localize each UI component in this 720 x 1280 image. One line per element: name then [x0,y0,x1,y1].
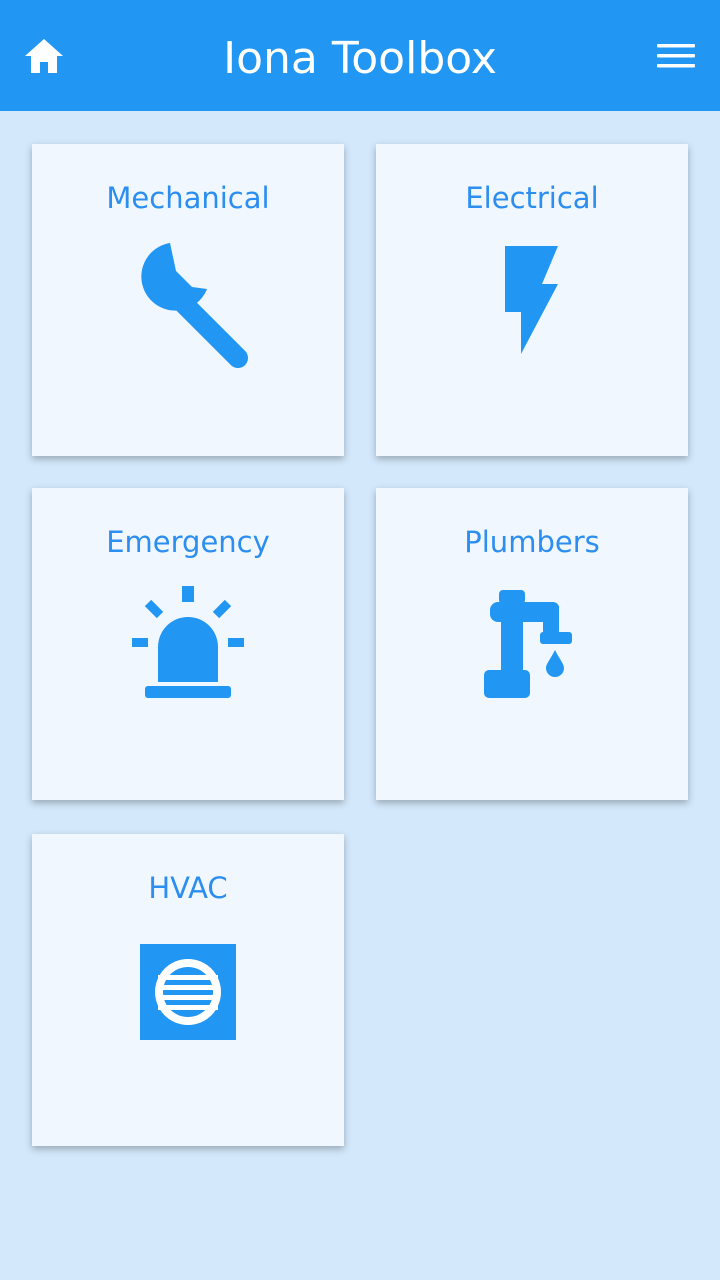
air-vent-icon [118,928,258,1068]
lightning-bolt-icon [462,238,602,378]
tile-hvac[interactable]: HVAC [32,834,344,1146]
water-tap-icon [462,582,602,722]
hamburger-menu-icon [657,44,695,68]
tile-plumbers[interactable]: Plumbers [376,488,688,800]
app-header: Iona Toolbox [0,0,720,111]
tile-label: Emergency [106,525,270,559]
app-title: Iona Toolbox [223,33,497,84]
tile-label: Electrical [465,181,599,215]
wrench-icon [118,238,258,378]
tile-label: Mechanical [106,181,270,215]
tile-mechanical[interactable]: Mechanical [32,144,344,456]
tile-label: HVAC [148,871,228,905]
tile-label: Plumbers [464,525,600,559]
alarm-light-icon [118,582,258,722]
tile-emergency[interactable]: Emergency [32,488,344,800]
menu-button[interactable] [654,38,698,74]
tile-electrical[interactable]: Electrical [376,144,688,456]
